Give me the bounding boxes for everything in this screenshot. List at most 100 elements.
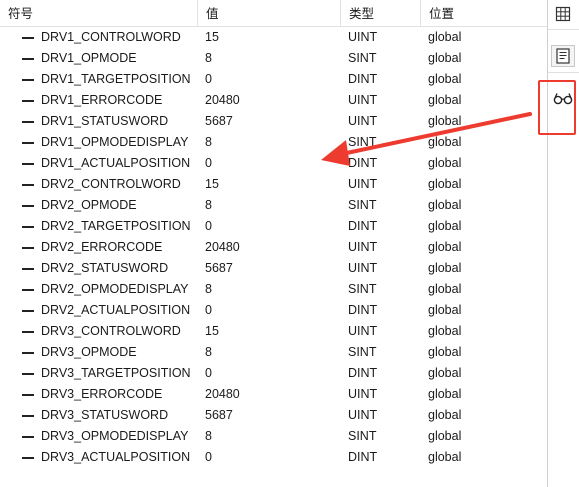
tree-line-icon (22, 352, 34, 354)
symbol-value[interactable]: 5687 (205, 258, 233, 279)
symbol-type: UINT (348, 30, 378, 44)
symbol-type: UINT (348, 261, 378, 275)
tree-line-icon (22, 226, 34, 228)
symbol-scope: global (428, 303, 462, 317)
tree-line-icon (22, 289, 34, 291)
watch-glasses-icon (553, 93, 573, 105)
table-row[interactable]: DRV1_STATUSWORD 5687 UINT global (0, 111, 547, 132)
symbol-value[interactable]: 20480 (205, 237, 240, 258)
symbol-value[interactable]: 0 (205, 216, 212, 237)
symbol-value[interactable]: 15 (205, 27, 219, 48)
table-row[interactable]: DRV1_ACTUALPOSITION 0 DINT global (0, 153, 547, 174)
symbol-value[interactable]: 8 (205, 279, 212, 300)
symbol-scope: global (428, 429, 462, 443)
grid-view-button[interactable] (551, 3, 575, 25)
symbol-name: DRV3_CONTROLWORD (41, 324, 181, 338)
form-view-button[interactable] (551, 45, 575, 67)
table-row[interactable]: DRV2_OPMODE 8 SINT global (0, 195, 547, 216)
table-row[interactable]: DRV2_ERRORCODE 20480 UINT global (0, 237, 547, 258)
table-row[interactable]: DRV3_CONTROLWORD 15 UINT global (0, 321, 547, 342)
symbol-value[interactable]: 8 (205, 48, 212, 69)
symbol-type: SINT (348, 282, 377, 296)
table-row[interactable]: DRV1_OPMODEDISPLAY 8 SINT global (0, 132, 547, 153)
table-row[interactable]: DRV3_STATUSWORD 5687 UINT global (0, 405, 547, 426)
symbol-name: DRV2_OPMODE (41, 198, 137, 212)
column-header-value[interactable]: 值 (198, 0, 341, 26)
symbol-name: DRV3_OPMODE (41, 345, 137, 359)
tree-line-icon (22, 142, 34, 144)
tree-line-icon (22, 331, 34, 333)
symbol-value[interactable]: 8 (205, 195, 212, 216)
symbol-type: UINT (348, 387, 378, 401)
tree-line-icon (22, 394, 34, 396)
symbol-name: DRV1_OPMODE (41, 51, 137, 65)
tree-line-icon (22, 205, 34, 207)
symbol-value[interactable]: 0 (205, 363, 212, 384)
table-row[interactable]: DRV1_CONTROLWORD 15 UINT global (0, 27, 547, 48)
symbol-type: SINT (348, 135, 377, 149)
symbol-scope: global (428, 30, 462, 44)
symbol-value[interactable]: 0 (205, 153, 212, 174)
column-header-scope[interactable]: 位置 (421, 0, 547, 26)
grid-view-icon (555, 6, 571, 22)
table-row[interactable]: DRV1_OPMODE 8 SINT global (0, 48, 547, 69)
symbol-type: DINT (348, 156, 378, 170)
tree-line-icon (22, 37, 34, 39)
tree-line-icon (22, 436, 34, 438)
tree-line-icon (22, 310, 34, 312)
symbol-name: DRV2_TARGETPOSITION (41, 219, 191, 233)
symbol-name: DRV2_OPMODEDISPLAY (41, 282, 189, 296)
symbol-scope: global (428, 408, 462, 422)
symbol-value[interactable]: 15 (205, 321, 219, 342)
symbol-value[interactable]: 8 (205, 426, 212, 447)
symbol-value[interactable]: 20480 (205, 384, 240, 405)
table-row[interactable]: DRV2_CONTROLWORD 15 UINT global (0, 174, 547, 195)
symbol-name: DRV2_ERRORCODE (41, 240, 163, 254)
symbol-type: UINT (348, 177, 378, 191)
symbol-name: DRV2_STATUSWORD (41, 261, 169, 275)
table-row[interactable]: DRV2_ACTUALPOSITION 0 DINT global (0, 300, 547, 321)
symbol-value[interactable]: 8 (205, 342, 212, 363)
symbol-type: DINT (348, 303, 378, 317)
column-header-type[interactable]: 类型 (341, 0, 421, 26)
symbol-value[interactable]: 0 (205, 69, 212, 90)
table-row[interactable]: DRV1_ERRORCODE 20480 UINT global (0, 90, 547, 111)
tree-line-icon (22, 268, 34, 270)
symbol-scope: global (428, 93, 462, 107)
side-toolbar (548, 0, 579, 487)
symbol-value[interactable]: 15 (205, 174, 219, 195)
symbol-scope: global (428, 177, 462, 191)
watch-button[interactable] (551, 87, 575, 109)
table-row[interactable]: DRV2_OPMODEDISPLAY 8 SINT global (0, 279, 547, 300)
symbol-scope: global (428, 198, 462, 212)
table-row[interactable]: DRV2_STATUSWORD 5687 UINT global (0, 258, 547, 279)
tree-line-icon (22, 121, 34, 123)
symbol-scope: global (428, 72, 462, 86)
table-row[interactable]: DRV3_ERRORCODE 20480 UINT global (0, 384, 547, 405)
symbol-value[interactable]: 0 (205, 447, 212, 468)
table-body: DRV1_CONTROLWORD 15 UINT global DRV1_OPMODE 8… (0, 27, 547, 468)
symbol-type: SINT (348, 429, 377, 443)
column-header-symbol[interactable]: 符号 (0, 0, 198, 26)
toolbar-separator (548, 29, 579, 30)
symbol-scope: global (428, 450, 462, 464)
tree-line-icon (22, 457, 34, 459)
symbol-scope: global (428, 156, 462, 170)
table-row[interactable]: DRV3_OPMODE 8 SINT global (0, 342, 547, 363)
table-row[interactable]: DRV2_TARGETPOSITION 0 DINT global (0, 216, 547, 237)
table-row[interactable]: DRV3_TARGETPOSITION 0 DINT global (0, 363, 547, 384)
symbol-type: UINT (348, 408, 378, 422)
table-row[interactable]: DRV3_ACTUALPOSITION 0 DINT global (0, 447, 547, 468)
symbol-value[interactable]: 5687 (205, 111, 233, 132)
symbol-scope: global (428, 135, 462, 149)
symbol-value[interactable]: 5687 (205, 405, 233, 426)
symbol-type: SINT (348, 345, 377, 359)
tree-line-icon (22, 184, 34, 186)
table-row[interactable]: DRV1_TARGETPOSITION 0 DINT global (0, 69, 547, 90)
symbol-value[interactable]: 20480 (205, 90, 240, 111)
symbol-value[interactable]: 0 (205, 300, 212, 321)
table-row[interactable]: DRV3_OPMODEDISPLAY 8 SINT global (0, 426, 547, 447)
symbol-type: DINT (348, 366, 378, 380)
tree-line-icon (22, 415, 34, 417)
symbol-value[interactable]: 8 (205, 132, 212, 153)
